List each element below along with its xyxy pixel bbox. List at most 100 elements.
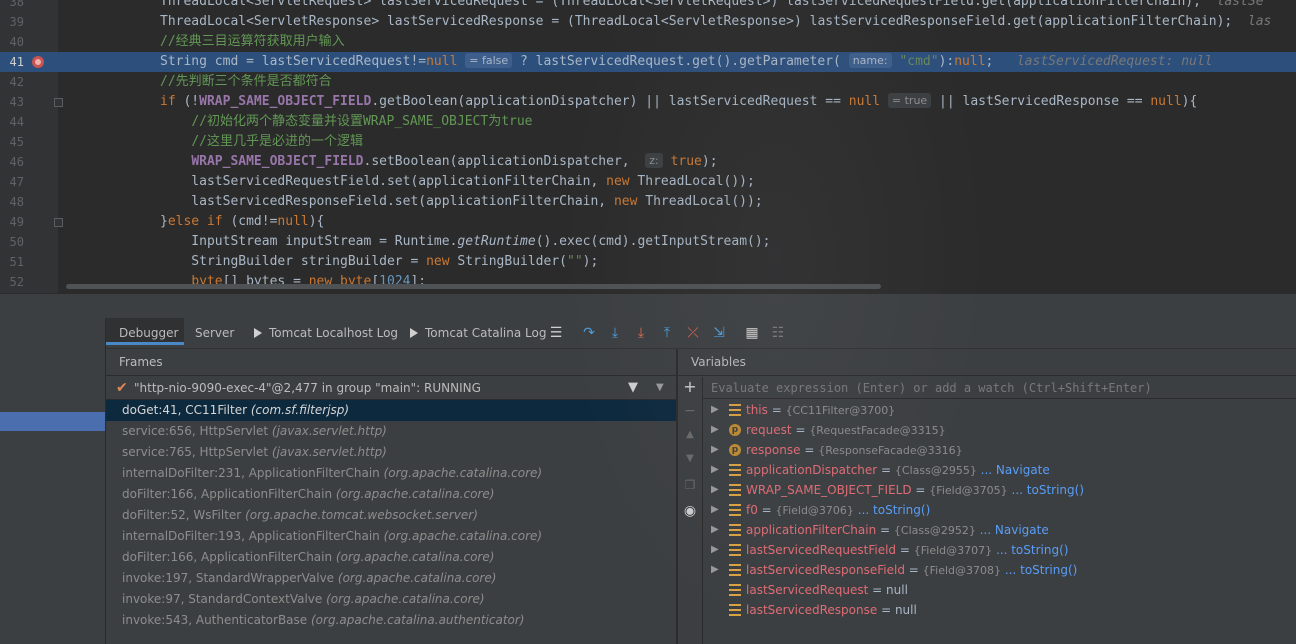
variable-row[interactable]: ▶ p response = {ResponseFacade@3316} [703,440,1296,460]
step-into-icon[interactable]: ⤓ [607,325,623,341]
code-text: //初始化两个静态变量并设置WRAP_SAME_OBJECT为true [191,114,533,129]
frame-item[interactable]: invoke:543, AuthenticatorBase (org.apach… [106,610,676,631]
variable-row[interactable]: ▶ f0 = {Field@3706} ... toString() [703,500,1296,520]
frame-item[interactable]: internalDoFilter:231, ApplicationFilterC… [106,463,676,484]
variable-link[interactable]: ... toString() [1012,483,1084,497]
frame-item[interactable]: invoke:197, StandardWrapperValve (org.ap… [106,568,676,589]
code-line[interactable]: 38 ThreadLocal<ServletRequest> lastServic… [0,0,1296,12]
code-text: String cmd = lastServicedRequest!=null =… [160,53,1213,69]
chevron-right-icon[interactable]: ▶ [711,560,719,580]
variable-row[interactable]: ▶ lastServicedRequestField = {Field@3707}… [703,540,1296,560]
variable-link[interactable]: ... Navigate [980,523,1049,537]
variable-link[interactable]: ... toString() [1005,563,1077,577]
line-number: 39 [9,15,24,29]
copy-icon[interactable]: ❐ [682,477,698,493]
chevron-right-icon[interactable]: ▶ [711,420,719,440]
variable-row[interactable]: ▶ this = {CC11Filter@3700} [703,400,1296,420]
eye-icon[interactable]: ◉ [682,503,698,519]
breakpoint-icon[interactable] [32,56,44,68]
step-out-icon[interactable]: ⤒ [659,325,675,341]
variable-row[interactable]: ▶ p request = {RequestFacade@3315} [703,420,1296,440]
variable-link[interactable]: ... Navigate [981,463,1050,477]
code-line[interactable]: 48 lastServicedResponseField.set(applica… [0,192,1296,212]
drop-frame-icon[interactable]: ⤫ [685,325,701,341]
trace-icon[interactable]: ☷ [770,325,786,341]
variable-row[interactable]: ▶ applicationFilterChain = {Class@2952} .… [703,520,1296,540]
chevron-right-icon[interactable]: ▶ [711,500,719,520]
fold-icon[interactable] [54,218,63,227]
filter-icon[interactable]: ▼ [628,377,638,399]
frame-item[interactable]: internalDoFilter:193, ApplicationFilterC… [106,526,676,547]
code-line[interactable]: 42 //先判断三个条件是否都符合 [0,72,1296,92]
chevron-right-icon[interactable]: ▶ [711,540,719,560]
frame-item[interactable]: service:656, HttpServlet (javax.servlet.… [106,421,676,442]
variable-row[interactable]: lastServicedResponse = null [703,600,1296,620]
field-icon [729,564,741,576]
code-line[interactable]: 43 if (!WRAP_SAME_OBJECT_FIELD.getBoolean… [0,92,1296,112]
frame-method: internalDoFilter:231, ApplicationFilterC… [122,466,380,480]
code-editor[interactable]: 38 ThreadLocal<ServletRequest> lastServic… [0,0,1296,293]
watch-expression-input[interactable]: Evaluate expression (Enter) or add a wat… [703,377,1296,399]
step-over-icon[interactable]: ↷ [581,325,597,341]
code-line[interactable]: 47 lastServicedRequestField.set(applicat… [0,172,1296,192]
variable-name: lastServicedRequest = null [746,583,908,597]
code-text: if (!WRAP_SAME_OBJECT_FIELD.getBoolean(a… [160,93,1198,109]
thread-label: "http-nio-9090-exec-4"@2,477 in group "m… [134,381,481,395]
frame-package: (org.apache.catalina.core) [383,466,543,480]
frame-item[interactable]: doGet:41, CC11Filter (com.sf.filterjsp) [106,400,676,421]
tab-tomcat-localhost-log[interactable]: Tomcat Localhost Log [254,318,398,348]
move-down-icon[interactable]: ▼ [682,451,698,467]
chevron-down-icon[interactable]: ▼ [656,377,664,399]
code-line[interactable]: 51 StringBuilder stringBuilder = new Str… [0,252,1296,272]
chevron-right-icon[interactable]: ▶ [711,400,719,420]
move-up-icon[interactable]: ▲ [682,427,698,443]
tab-tomcat-catalina-log[interactable]: Tomcat Catalina Log [410,318,546,348]
run-to-cursor-icon[interactable]: ⇲ [711,325,727,341]
log-icon [410,328,418,338]
fold-icon[interactable] [54,98,63,107]
variable-row[interactable]: ▶ lastServicedResponseField = {Field@3708… [703,560,1296,580]
add-watch-icon[interactable]: + [682,379,698,395]
chevron-right-icon[interactable]: ▶ [711,460,719,480]
variable-link[interactable]: ... toString() [858,503,930,517]
variable-row[interactable]: lastServicedRequest = null [703,580,1296,600]
chevron-right-icon[interactable]: ▶ [711,440,719,460]
horizontal-scrollbar[interactable] [66,284,881,289]
code-line[interactable]: 49}else if (cmd!=null){ [0,212,1296,232]
evaluate-expression-icon[interactable]: ▦ [744,325,760,341]
frame-method: doGet:41, CC11Filter [122,403,248,417]
tab-server[interactable]: Server [195,318,234,348]
chevron-right-icon[interactable]: ▶ [711,520,719,540]
code-line[interactable]: 45 //这里几乎是必进的一个逻辑 [0,132,1296,152]
parameter-icon: p [729,424,741,436]
thread-selector[interactable]: ✔ "http-nio-9090-exec-4"@2,477 in group … [106,377,676,400]
variable-link[interactable]: ... toString() [996,543,1068,557]
remove-watch-icon[interactable]: − [682,403,698,419]
line-number: 51 [9,255,24,269]
splitter-bar[interactable] [0,293,1296,319]
left-strip-selection[interactable] [0,412,105,431]
code-line[interactable]: 40 //经典三目运算符获取用户输入 [0,32,1296,52]
chevron-right-icon[interactable]: ▶ [711,480,719,500]
code-line[interactable]: 39 ThreadLocal<ServletResponse> lastServi… [0,12,1296,32]
variable-row[interactable]: ▶ applicationDispatcher = {Class@2955} ..… [703,460,1296,480]
code-line[interactable]: 44 //初始化两个静态变量并设置WRAP_SAME_OBJECT为true [0,112,1296,132]
frame-item[interactable]: service:765, HttpServlet (javax.servlet.… [106,442,676,463]
force-step-into-icon[interactable]: ⤓ [633,325,649,341]
frame-item[interactable]: doFilter:52, WsFilter (org.apache.tomcat… [106,505,676,526]
code-line[interactable]: 52 byte[] bytes = new byte[1024]; [0,272,1296,292]
code-line[interactable]: 46 WRAP_SAME_OBJECT_FIELD.setBoolean(app… [0,152,1296,172]
frame-item[interactable]: invoke:97, StandardContextValve (org.apa… [106,589,676,610]
frame-package: (org.apache.catalina.core) [335,550,495,564]
code-line-current[interactable]: 41 String cmd = lastServicedRequest!=null… [0,52,1296,72]
code-line[interactable]: 50 InputStream inputStream = Runtime.get… [0,232,1296,252]
field-icon [729,404,741,416]
menu-lines-icon[interactable]: ☰ [548,325,564,341]
variable-value: {CC11Filter@3700} [785,404,896,417]
tab-debugger[interactable]: Debugger [106,318,184,345]
frame-item[interactable]: doFilter:166, ApplicationFilterChain (or… [106,547,676,568]
line-number: 38 [9,0,24,9]
frame-item[interactable]: doFilter:166, ApplicationFilterChain (or… [106,484,676,505]
frame-package: (org.apache.catalina.core) [383,529,543,543]
variable-row[interactable]: ▶ WRAP_SAME_OBJECT_FIELD = {Field@3705} .… [703,480,1296,500]
